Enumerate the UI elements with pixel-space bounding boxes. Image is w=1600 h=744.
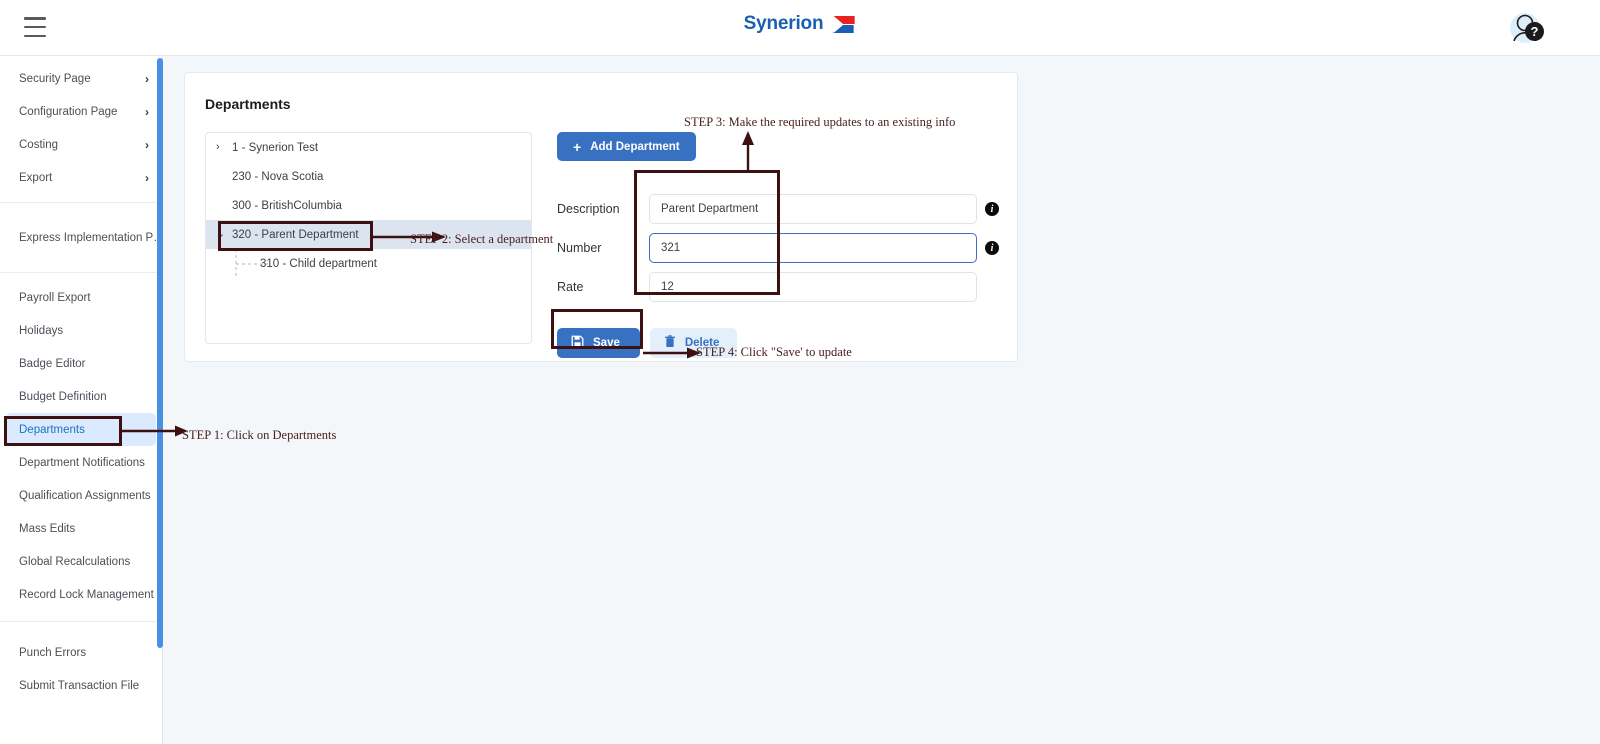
sidebar-item-punch-errors[interactable]: Punch Errors bbox=[0, 636, 162, 669]
plus-icon: + bbox=[573, 138, 582, 155]
sidebar-item-budget-definition[interactable]: Budget Definition bbox=[0, 380, 162, 413]
top-bar: Synerion ? bbox=[0, 0, 1600, 56]
tree-node-nova-scotia[interactable]: 230 - Nova Scotia bbox=[206, 162, 531, 191]
sidebar-group-transactions: Punch Errors Submit Transaction File bbox=[0, 622, 162, 710]
sidebar-item-payroll-export[interactable]: Payroll Export bbox=[0, 281, 162, 314]
chevron-right-icon: › bbox=[145, 137, 149, 152]
info-icon-number[interactable]: i bbox=[985, 241, 999, 255]
sidebar-item-security-page[interactable]: Security Page › bbox=[0, 62, 162, 95]
field-row-number: Number i bbox=[557, 233, 1007, 263]
delete-button[interactable]: Delete bbox=[649, 328, 738, 358]
synerion-logo-mark-icon bbox=[830, 15, 856, 34]
description-input[interactable] bbox=[649, 194, 977, 224]
trash-icon bbox=[664, 335, 676, 351]
avatar-help-icon[interactable]: ? bbox=[1504, 6, 1548, 50]
chevron-right-icon[interactable]: › bbox=[216, 142, 232, 153]
sidebar-item-label: Payroll Export bbox=[19, 291, 91, 304]
tree-connector-icon bbox=[235, 249, 268, 278]
sidebar-item-record-lock-management[interactable]: Record Lock Management bbox=[0, 578, 162, 611]
sidebar-item-label: Mass Edits bbox=[19, 522, 76, 535]
tree-node-synerion-test[interactable]: › 1 - Synerion Test bbox=[206, 133, 531, 162]
form-actions: Save Delete bbox=[557, 328, 738, 358]
sidebar-item-holidays[interactable]: Holidays bbox=[0, 314, 162, 347]
save-button[interactable]: Save bbox=[557, 328, 640, 358]
sidebar-item-label: Department Notifications bbox=[19, 456, 145, 469]
sidebar-item-submit-transaction-file[interactable]: Submit Transaction File bbox=[0, 669, 162, 702]
svg-text:?: ? bbox=[1531, 24, 1539, 39]
sidebar-item-label: Global Recalculations bbox=[19, 555, 131, 568]
sidebar-group-navigation: Security Page › Configuration Page › Cos… bbox=[0, 56, 162, 203]
sidebar-item-badge-editor[interactable]: Badge Editor bbox=[0, 347, 162, 380]
tree-node-label: 320 - Parent Department bbox=[232, 228, 359, 241]
sidebar-group-modules: Payroll Export Holidays Badge Editor Bud… bbox=[0, 273, 162, 622]
brand-logo: Synerion bbox=[744, 13, 857, 35]
sidebar-item-costing[interactable]: Costing › bbox=[0, 128, 162, 161]
tree-node-label: 1 - Synerion Test bbox=[232, 141, 319, 154]
chevron-right-icon: › bbox=[145, 104, 149, 119]
info-icon-description[interactable]: i bbox=[985, 202, 999, 216]
page-title: Departments bbox=[205, 96, 291, 112]
sidebar-item-export[interactable]: Export › bbox=[0, 161, 162, 194]
sidebar-item-label: Costing bbox=[19, 138, 58, 151]
save-disk-icon bbox=[571, 335, 584, 351]
sidebar-item-global-recalculations[interactable]: Global Recalculations bbox=[0, 545, 162, 578]
number-input[interactable] bbox=[649, 233, 977, 263]
sidebar-item-label: Configuration Page bbox=[19, 105, 118, 118]
add-department-label: Add Department bbox=[590, 140, 680, 153]
departments-panel: Departments › 1 - Synerion Test 230 - No… bbox=[184, 72, 1018, 362]
sidebar-item-label: Punch Errors bbox=[19, 646, 87, 659]
number-label: Number bbox=[557, 241, 602, 255]
chevron-right-icon: › bbox=[145, 71, 149, 86]
add-department-button[interactable]: + Add Department bbox=[557, 132, 696, 161]
app-root: Synerion ? Security Page › Configuration… bbox=[0, 0, 1600, 744]
sidebar-item-label: Qualification Assignments bbox=[19, 489, 151, 502]
tree-node-child-department[interactable]: 310 - Child department bbox=[206, 249, 531, 278]
brand-name: Synerion bbox=[743, 13, 824, 34]
delete-label: Delete bbox=[684, 337, 720, 349]
tree-node-label: 300 - BritishColumbia bbox=[232, 199, 342, 212]
rate-input[interactable] bbox=[649, 272, 977, 302]
sidebar-item-departments[interactable]: Departments bbox=[6, 413, 156, 446]
hamburger-menu-icon[interactable] bbox=[24, 17, 46, 37]
sidebar-group-express: Express Implementation P… bbox=[0, 203, 162, 273]
tree-node-label: 310 - Child department bbox=[260, 257, 377, 270]
tree-node-british-columbia[interactable]: 300 - BritishColumbia bbox=[206, 191, 531, 220]
department-tree: › 1 - Synerion Test 230 - Nova Scotia 30… bbox=[205, 132, 532, 344]
description-label: Description bbox=[557, 202, 620, 216]
sidebar-item-label: Submit Transaction File bbox=[19, 679, 140, 692]
sidebar-item-qualification-assignments[interactable]: Qualification Assignments bbox=[0, 479, 162, 512]
sidebar-item-express-implementation[interactable]: Express Implementation P… bbox=[0, 221, 162, 254]
sidebar-item-configuration-page[interactable]: Configuration Page › bbox=[0, 95, 162, 128]
rate-label: Rate bbox=[557, 280, 584, 294]
tree-node-label: 230 - Nova Scotia bbox=[232, 170, 324, 183]
chevron-down-icon[interactable]: ⌄ bbox=[216, 229, 232, 240]
sidebar-scrollbar[interactable] bbox=[157, 58, 163, 648]
sidebar-item-label: Express Implementation P… bbox=[19, 231, 162, 244]
sidebar-item-department-notifications[interactable]: Department Notifications bbox=[0, 446, 162, 479]
sidebar-item-mass-edits[interactable]: Mass Edits bbox=[0, 512, 162, 545]
sidebar-item-label: Budget Definition bbox=[19, 390, 107, 403]
sidebar: Security Page › Configuration Page › Cos… bbox=[0, 56, 163, 744]
field-row-rate: Rate bbox=[557, 272, 1007, 302]
save-label: Save bbox=[593, 337, 620, 349]
tree-node-parent-department[interactable]: ⌄ 320 - Parent Department bbox=[206, 220, 531, 249]
sidebar-item-label: Badge Editor bbox=[19, 357, 86, 370]
sidebar-item-label: Holidays bbox=[19, 324, 64, 337]
sidebar-item-label: Record Lock Management bbox=[19, 588, 154, 601]
chevron-right-icon: › bbox=[145, 170, 149, 185]
sidebar-item-label: Security Page bbox=[19, 72, 91, 85]
field-row-description: Description i bbox=[557, 194, 1007, 224]
sidebar-item-label: Export bbox=[19, 171, 53, 184]
sidebar-item-label: Departments bbox=[19, 423, 85, 436]
